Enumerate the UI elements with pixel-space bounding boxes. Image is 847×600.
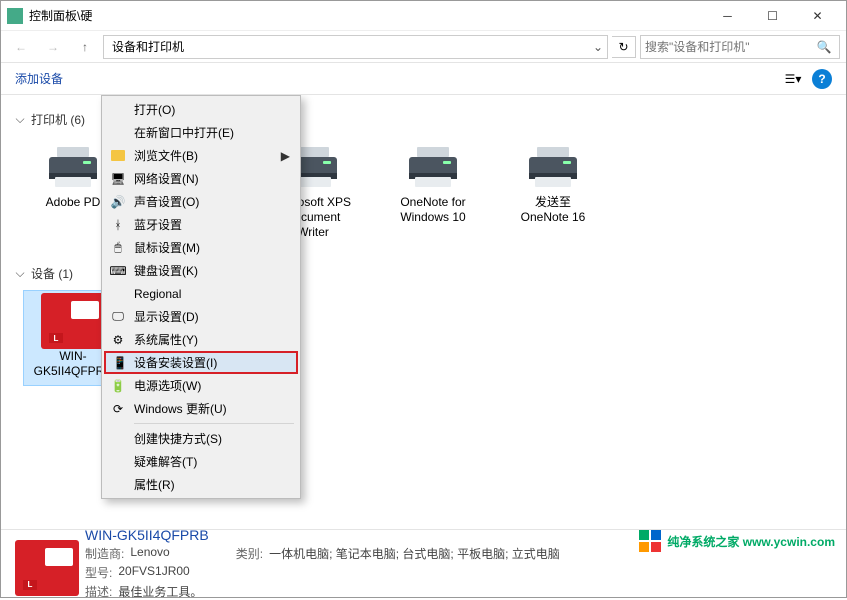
watermark-logo-icon [639,530,661,552]
menu-item-label: 声音设置(O) [134,193,199,210]
upd-icon: ⟳ [110,401,126,417]
search-icon[interactable]: 🔍 [813,40,835,54]
menu-item[interactable]: 属性(R) [104,473,298,496]
menu-item-label: 在新窗口中打开(E) [134,124,234,141]
manufacturer-label: 制造商: [85,545,124,562]
model-value: 20FVS1JR00 [118,564,189,581]
mouse-icon: 🖱 [110,240,126,256]
dropdown-icon[interactable]: ⌄ [593,40,603,54]
menu-item[interactable]: 🖥 网络设置(N) [104,167,298,190]
address-field[interactable]: 设备和打印机 ⌄ [103,35,608,59]
item-label: Adobe PD [46,195,101,210]
menu-item[interactable]: ᚼ 蓝牙设置 [104,213,298,236]
menu-item[interactable]: 🔋 电源选项(W) [104,374,298,397]
menu-item-label: Windows 更新(U) [134,400,227,417]
dev-icon: 📱 [112,355,128,371]
menu-item[interactable]: 在新窗口中打开(E) [104,121,298,144]
menu-item[interactable]: 📱 设备安装设置(I) [104,351,298,374]
watermark: 纯净系统之家 www.ycwin.com [639,530,835,552]
refresh-button[interactable]: ↻ [612,36,636,58]
up-button[interactable]: ↑ [71,33,99,61]
menu-item-label: 打开(O) [134,101,175,118]
menu-item[interactable]: 🖵 显示设置(D) [104,305,298,328]
submenu-arrow-icon: ▶ [281,149,290,163]
details-title: WIN-GK5II4QFPRB [85,527,560,543]
breadcrumb-segment[interactable]: 设备和打印机 [108,38,188,55]
menu-item[interactable]: 创建快捷方式(S) [104,427,298,450]
menu-item[interactable]: 🔊 声音设置(O) [104,190,298,213]
folder-icon [110,148,126,164]
maximize-button[interactable]: ☐ [750,2,795,30]
printer-icon [521,143,585,191]
menu-item[interactable]: 打开(O) [104,98,298,121]
model-label: 型号: [85,564,112,581]
search-input[interactable] [645,40,813,54]
manufacturer-value: Lenovo [130,545,169,562]
bt-icon: ᚼ [110,217,126,233]
menu-item-label: 浏览文件(B) [134,147,198,164]
menu-item-label: 蓝牙设置 [134,216,182,233]
menu-item[interactable]: ⟳ Windows 更新(U) [104,397,298,420]
add-device-button[interactable]: 添加设备 [15,70,63,87]
menu-item-label: 网络设置(N) [134,170,199,187]
help-icon[interactable]: ? [812,69,832,89]
watermark-text: 纯净系统之家 www.ycwin.com [667,533,835,550]
printers-group-label: 打印机 (6) [31,111,85,128]
menu-item-label: 键盘设置(K) [134,262,198,279]
desc-value: 最佳业务工具。 [118,583,202,600]
menu-item[interactable]: 浏览文件(B) ▶ [104,144,298,167]
menu-item-label: 鼠标设置(M) [134,239,200,256]
item-label: 发送至 OneNote 16 [510,195,596,225]
window-title: 控制面板\硬 [29,7,705,24]
minimize-button[interactable]: ─ [705,2,750,30]
address-bar: ← → ↑ 设备和打印机 ⌄ ↻ 🔍 [1,31,846,63]
desc-label: 描述: [85,583,112,600]
disp-icon: 🖵 [110,309,126,325]
sys-icon: ⚙ [110,332,126,348]
category-value: 一体机电脑; 笔记本电脑; 台式电脑; 平板电脑; 立式电脑 [269,545,560,562]
menu-item-label: Regional [134,287,181,301]
item-label: OneNote for Windows 10 [390,195,476,225]
net-icon: 🖥 [110,171,126,187]
device-icon: L [41,297,105,345]
menu-item-label: 疑难解答(T) [134,453,197,470]
menu-item-label: 电源选项(W) [134,377,201,394]
menu-item-label: 显示设置(D) [134,308,199,325]
menu-item-label: 系统属性(Y) [134,331,198,348]
printer-item[interactable]: 发送至 OneNote 16 [503,136,603,247]
menu-item-label: 设备安装设置(I) [134,354,217,371]
printer-icon [41,143,105,191]
chevron-down-icon: ⌵ [13,267,27,281]
back-button[interactable]: ← [7,33,35,61]
close-button[interactable]: ✕ [795,2,840,30]
view-options-button[interactable]: ☰▾ [782,68,804,90]
search-box[interactable]: 🔍 [640,35,840,59]
devices-group-label: 设备 (1) [31,265,73,282]
title-bar: 控制面板\硬 ─ ☐ ✕ [1,1,846,31]
menu-item[interactable]: 疑难解答(T) [104,450,298,473]
content-area: 打开(O) 在新窗口中打开(E) 浏览文件(B) ▶ 🖥 网络设置(N) 🔊 声音设置(O) ᚼ… [1,95,846,529]
forward-button[interactable]: → [39,33,67,61]
toolbar: 添加设备 ☰▾ ? [1,63,846,95]
menu-separator [134,423,294,424]
pwr-icon: 🔋 [110,378,126,394]
printer-item[interactable]: OneNote for Windows 10 [383,136,483,247]
context-menu: 打开(O) 在新窗口中打开(E) 浏览文件(B) ▶ 🖥 网络设置(N) 🔊 声音设置(O) ᚼ… [101,95,301,499]
menu-item[interactable]: Regional [104,282,298,305]
device-icon: L [15,540,71,588]
menu-item[interactable]: ⚙ 系统属性(Y) [104,328,298,351]
sound-icon: 🔊 [110,194,126,210]
menu-item-label: 创建快捷方式(S) [134,430,222,447]
printer-icon [401,143,465,191]
chevron-down-icon: ⌵ [13,113,27,127]
control-panel-icon [7,8,23,24]
menu-item[interactable]: 🖱 鼠标设置(M) [104,236,298,259]
category-label: 类别: [236,545,263,562]
menu-item[interactable]: ⌨ 键盘设置(K) [104,259,298,282]
kb-icon: ⌨ [110,263,126,279]
menu-item-label: 属性(R) [134,476,175,493]
